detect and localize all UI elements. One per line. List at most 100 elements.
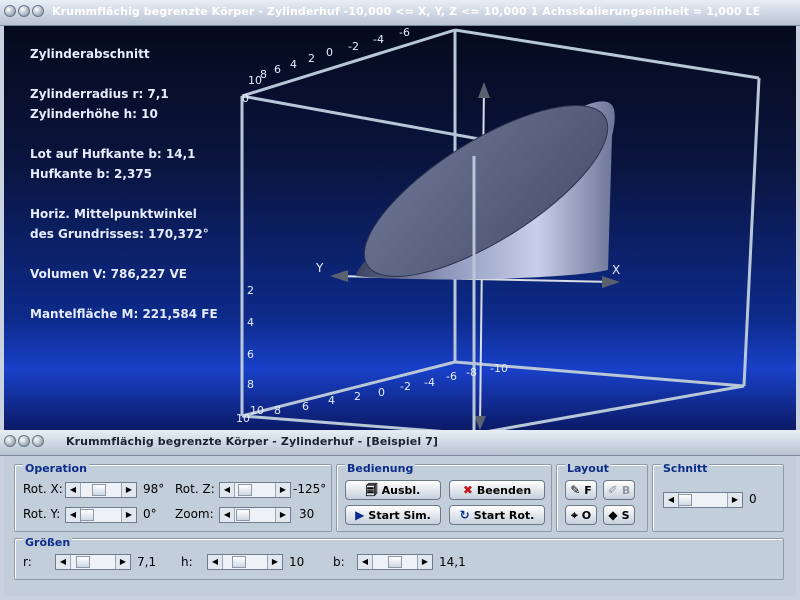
slider-thumb[interactable] (76, 556, 90, 568)
crosshair-icon: ⌖ (570, 508, 578, 522)
brush-icon: ✐ (607, 483, 618, 497)
info-panel: Zylinderabschnitt Zylinderradius r: 7,1 … (30, 44, 218, 324)
scroll-left-icon[interactable]: ◀ (220, 508, 235, 522)
scroll-right-icon[interactable]: ▶ (275, 483, 290, 497)
scroll-left-icon[interactable]: ◀ (66, 483, 81, 497)
left-tick-8: 8 (247, 378, 254, 391)
scroll-right-icon[interactable]: ▶ (115, 555, 130, 569)
layout-title: Layout (565, 462, 611, 475)
bottom-tick-8: -6 (446, 370, 457, 383)
cylinder-hoof (356, 101, 615, 280)
top-tick-3: 4 (290, 58, 297, 71)
rot-z-slider[interactable]: ◀ ▶ (219, 482, 291, 498)
x-axis-arrow-icon (602, 276, 620, 288)
hide-icon: 🗐 (365, 483, 378, 497)
window-control-icon[interactable] (18, 435, 30, 447)
left-tick-6: 6 (247, 348, 254, 361)
slider-thumb[interactable] (92, 484, 106, 496)
rot-z-label: Rot. Z: (175, 482, 215, 496)
slider-thumb[interactable] (238, 484, 252, 496)
scroll-left-icon[interactable]: ◀ (66, 508, 81, 522)
info-surface: Mantelfläche M: 221,584 FE (30, 307, 218, 321)
groessen-title: Größen (23, 536, 73, 549)
scroll-left-icon[interactable]: ◀ (220, 483, 235, 497)
zoom-label: Zoom: (175, 507, 214, 521)
info-lot: Lot auf Hufkante b: 14,1 (30, 147, 196, 161)
slider-thumb[interactable] (232, 556, 246, 568)
close-icon: ✖ (462, 483, 473, 497)
x-axis-label: X (612, 263, 620, 277)
h-value: 10 (289, 555, 305, 569)
scroll-right-icon[interactable]: ▶ (417, 555, 432, 569)
scroll-left-icon[interactable]: ◀ (56, 555, 71, 569)
layout-b-button[interactable]: ✐ B (603, 480, 635, 500)
window-control-icon[interactable] (4, 435, 16, 447)
top-tick-4: 2 (308, 52, 315, 65)
slider-thumb[interactable] (388, 556, 402, 568)
bottom-tick-4: 2 (354, 390, 361, 403)
z-axis-arrow-icon (478, 82, 490, 98)
scroll-right-icon[interactable]: ▶ (121, 483, 136, 497)
window-controls (4, 435, 44, 447)
r-slider[interactable]: ◀ ▶ (55, 554, 131, 570)
zoom-slider[interactable]: ◀ ▶ (219, 507, 291, 523)
info-height: Zylinderhöhe h: 10 (30, 107, 158, 121)
zoom-value: 30 (299, 507, 315, 521)
r-label: r: (23, 555, 32, 569)
b-slider[interactable]: ◀ ▶ (357, 554, 433, 570)
window-controls (4, 5, 44, 17)
slider-thumb[interactable] (236, 509, 250, 521)
rot-x-label: Rot. X: (23, 482, 63, 496)
y-axis-label: Y (315, 261, 324, 275)
operation-title: Operation (23, 462, 89, 475)
layout-group: Layout ✎ F ✐ B ⌖ O ◆ S (556, 462, 648, 532)
layout-o-button[interactable]: ⌖ O (565, 505, 597, 525)
control-titlebar[interactable]: Krummflächig begrenzte Körper - Zylinder… (0, 430, 800, 456)
window-control-icon[interactable] (32, 435, 44, 447)
left-tick-2: 2 (247, 284, 254, 297)
scroll-right-icon[interactable]: ▶ (267, 555, 282, 569)
scroll-right-icon[interactable]: ▶ (275, 508, 290, 522)
layout-s-button[interactable]: ◆ S (603, 505, 635, 525)
schnitt-slider[interactable]: ◀ ▶ (663, 492, 743, 508)
start-sim-button[interactable]: ▶ Start Sim. (345, 505, 441, 525)
start-rot-button[interactable]: ↻ Start Rot. (449, 505, 545, 525)
ausbl-button[interactable]: 🗐 Ausbl. (345, 480, 441, 500)
scroll-right-icon[interactable]: ▶ (727, 493, 742, 507)
window-control-icon[interactable] (4, 5, 16, 17)
slider-thumb[interactable] (678, 494, 692, 506)
beenden-button[interactable]: ✖ Beenden (449, 480, 545, 500)
info-angle-line1: Horiz. Mittelpunktwinkel (30, 207, 197, 221)
rotate-icon: ↻ (459, 508, 470, 522)
top-tick-1: 8 (260, 68, 267, 81)
operation-group: Operation Rot. X: ◀ ▶ 98° Rot. Y: ◀ ▶ 0°… (14, 462, 332, 532)
scroll-left-icon[interactable]: ◀ (358, 555, 373, 569)
h-label: h: (181, 555, 193, 569)
rot-x-slider[interactable]: ◀ ▶ (65, 482, 137, 498)
3d-view[interactable]: 10 8 6 4 2 0 -2 -4 -6 0 2 4 6 8 10 10 8 … (4, 26, 796, 430)
bottom-tick-0: 10 (250, 404, 264, 417)
schnitt-title: Schnitt (661, 462, 710, 475)
bedienung-group: Bedienung 🗐 Ausbl. ✖ Beenden ▶ Start Sim… (336, 463, 552, 532)
scroll-left-icon[interactable]: ◀ (208, 555, 223, 569)
slider-thumb[interactable] (80, 509, 94, 521)
bottom-tick-7: -4 (424, 376, 435, 389)
bottom-tick-9: -8 (466, 366, 477, 379)
scroll-right-icon[interactable]: ▶ (121, 508, 136, 522)
h-slider[interactable]: ◀ ▶ (207, 554, 283, 570)
rot-y-slider[interactable]: ◀ ▶ (65, 507, 137, 523)
window-title: Krummflächig begrenzte Körper - Zylinder… (52, 5, 761, 18)
scroll-left-icon[interactable]: ◀ (664, 493, 679, 507)
info-angle-line2: des Grundrisses: 170,372° (30, 227, 209, 241)
top-tick-5: 0 (326, 46, 333, 59)
info-radius: Zylinderradius r: 7,1 (30, 87, 169, 101)
rot-x-value: 98° (143, 482, 165, 496)
info-heading: Zylinderabschnitt (30, 47, 150, 61)
main-titlebar[interactable]: Krummflächig begrenzte Körper - Zylinder… (0, 0, 800, 26)
layout-f-button[interactable]: ✎ F (565, 480, 597, 500)
fill-icon: ◆ (608, 508, 618, 522)
rot-z-value: -125° (293, 482, 327, 496)
window-control-icon[interactable] (32, 5, 44, 17)
bottom-tick-6: -2 (400, 380, 411, 393)
window-control-icon[interactable] (18, 5, 30, 17)
